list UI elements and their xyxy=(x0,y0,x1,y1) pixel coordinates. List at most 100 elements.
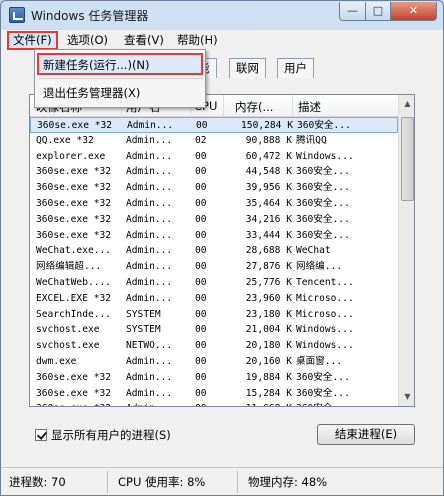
show-all-users-option[interactable]: 显示所有用户的进程(S) xyxy=(35,427,171,443)
process-name: 360se.exe *32 xyxy=(36,387,112,399)
maximize-button[interactable]: □ xyxy=(365,2,391,21)
process-description: 360安全... xyxy=(296,197,350,209)
process-cpu: 00 xyxy=(195,340,207,352)
table-row[interactable]: 360se.exe *32 Admin... 00 44,548 K 360安全... xyxy=(30,164,398,180)
process-name: QQ.exe *32 xyxy=(36,134,94,146)
table-row[interactable]: 360se.exe *32 Admin... 00 39,956 K 360安全... xyxy=(30,180,398,196)
process-description: 360安全... xyxy=(297,120,351,131)
process-user: Admin... xyxy=(126,197,173,209)
process-user: SYSTEM xyxy=(126,324,161,336)
process-user: NETWO... xyxy=(126,340,173,352)
menu-options[interactable]: 选项(O) xyxy=(63,32,112,48)
minimize-button[interactable]: — xyxy=(339,2,366,21)
close-button[interactable]: ✕ xyxy=(390,2,437,21)
process-cpu: 00 xyxy=(196,120,208,131)
process-list[interactable]: 映像名称 用户名 CPU 内存(... 描述 360se.exe *32Admi… xyxy=(29,94,415,407)
table-row[interactable]: explorer.exe Admin... 00 60,472 K Windows... xyxy=(30,149,398,165)
process-name: WeChatWeb.... xyxy=(36,276,112,288)
process-memory: 90,888 K xyxy=(245,134,292,146)
table-row[interactable]: 360se.exe *32 Admin... 00 33,444 K 360安全... xyxy=(30,228,398,244)
process-user: Admin... xyxy=(126,134,173,146)
process-user: Admin... xyxy=(126,276,173,288)
process-name: 360se.exe *32 xyxy=(36,213,112,225)
vertical-scrollbar[interactable]: ▲ ▼ xyxy=(398,95,414,406)
table-row[interactable]: 360se.exe *32Admin... 00 11,668 K 360安全... xyxy=(30,401,398,406)
task-manager-app-icon xyxy=(9,7,25,23)
process-user: Admin... xyxy=(126,261,173,273)
process-memory: 60,472 K xyxy=(245,150,292,162)
process-rows: 360se.exe *32 Admin... 00 150,284 K 360安全...… xyxy=(30,117,398,406)
process-memory: 44,548 K xyxy=(245,166,292,178)
column-description[interactable]: 描述 xyxy=(298,99,321,115)
process-description: Tencent... xyxy=(296,276,354,288)
scrollbar-thumb[interactable] xyxy=(401,117,414,201)
process-cpu: 00 xyxy=(195,401,219,406)
menu-help[interactable]: 帮助(H) xyxy=(173,32,222,48)
process-memory: 19,884 K xyxy=(245,371,292,383)
menu-item-new-task[interactable]: 新建任务(运行...)(N) xyxy=(37,53,203,75)
menu-item-exit[interactable]: 退出任务管理器(X) xyxy=(39,83,140,105)
status-divider xyxy=(107,471,108,493)
show-all-users-label: 显示所有用户的进程(S) xyxy=(51,428,171,442)
table-row[interactable]: svchost.exe NETWO... 00 20,180 K Windows... xyxy=(30,338,398,354)
process-description: 360安全... xyxy=(296,182,350,194)
process-description: Windows... xyxy=(296,324,354,336)
menu-view[interactable]: 查看(V) xyxy=(120,32,168,48)
menu-file[interactable]: 文件(F) xyxy=(7,31,58,50)
title-bar[interactable]: Windows 任务管理器 — □ ✕ xyxy=(1,1,443,29)
column-divider[interactable] xyxy=(292,95,293,117)
end-process-button[interactable]: 结束进程(E) xyxy=(317,424,415,445)
tab-users[interactable]: 用户 xyxy=(277,58,314,78)
process-name: 360se.exe *32 xyxy=(36,197,112,209)
status-bar: 进程数: 70 CPU 使用率: 8% 物理内存: 48% xyxy=(1,467,443,495)
table-row[interactable]: 360se.exe *32 Admin... 00 19,884 K 360安全... xyxy=(30,370,398,386)
process-name: svchost.exe xyxy=(36,340,100,352)
scroll-up-icon[interactable]: ▲ xyxy=(400,96,414,111)
table-row[interactable]: SearchInde... SYSTEM 00 23,180 K Microso... xyxy=(30,307,398,323)
process-memory: 28,688 K xyxy=(245,245,292,257)
table-row[interactable]: EXCEL.EXE *32 Admin... 00 23,960 K Microso..… xyxy=(30,291,398,307)
menu-separator xyxy=(39,78,203,79)
process-name: EXCEL.EXE *32 xyxy=(36,292,112,304)
process-memory: 150,284 K xyxy=(241,120,293,131)
column-memory[interactable]: 内存(... xyxy=(235,99,273,115)
tab-network[interactable]: 联网 xyxy=(229,58,266,78)
table-row[interactable]: 360se.exe *32 Admin... 00 15,284 K 360安全... xyxy=(30,386,398,402)
process-description: 360安全... xyxy=(296,371,350,383)
column-divider[interactable] xyxy=(223,95,224,117)
process-name: svchost.exe xyxy=(36,324,100,336)
process-name: 360se.exe *32 xyxy=(36,182,112,194)
process-cpu: 00 xyxy=(195,292,207,304)
table-row-selected[interactable]: 360se.exe *32 Admin... 00 150,284 K 360安全... xyxy=(30,117,398,133)
process-memory: 34,216 K xyxy=(245,213,292,225)
process-description: 360安全... xyxy=(296,229,350,241)
process-memory: 21,004 K xyxy=(245,324,292,336)
process-memory: 23,180 K xyxy=(245,308,292,320)
process-description: 腾讯QQ xyxy=(296,134,327,146)
process-description: Windows... xyxy=(296,340,354,352)
process-name: SearchInde... xyxy=(36,308,112,320)
table-row[interactable]: WeChatWeb.... Admin... 00 25,776 K Tencent..… xyxy=(30,275,398,291)
process-name: 360se.exe *32 xyxy=(37,120,113,131)
show-all-users-checkbox[interactable] xyxy=(35,429,47,441)
status-memory-usage: 物理内存: 48% xyxy=(248,475,328,489)
table-row[interactable]: 360se.exe *32 Admin... 00 34,216 K 360安全... xyxy=(30,212,398,228)
process-user: Admin... xyxy=(126,213,173,225)
process-user: Admin... xyxy=(126,166,173,178)
status-cpu-usage: CPU 使用率: 8% xyxy=(118,475,206,489)
process-user: Admin... xyxy=(126,371,173,383)
task-manager-window: Windows 任务管理器 — □ ✕ 文件(F) 选项(O) 查看(V) 帮助… xyxy=(0,0,444,496)
scroll-down-icon[interactable]: ▼ xyxy=(400,389,414,404)
process-cpu: 02 xyxy=(195,134,207,146)
process-cpu: 00 xyxy=(195,166,207,178)
process-description: 360安全... xyxy=(296,387,350,399)
table-row[interactable]: 网络编辑超... Admin... 00 27,876 K 网络编... xyxy=(30,259,398,275)
table-row[interactable]: svchost.exe SYSTEM 00 21,004 K Windows... xyxy=(30,322,398,338)
process-cpu: 00 xyxy=(195,150,207,162)
table-row[interactable]: QQ.exe *32 Admin... 02 90,888 K 腾讯QQ xyxy=(30,133,398,149)
process-user: Admin... xyxy=(126,401,188,406)
table-row[interactable]: dwm.exe Admin... 00 20,160 K 桌面窗... xyxy=(30,354,398,370)
table-row[interactable]: WeChat.exe... Admin... 00 28,688 K WeChat xyxy=(30,243,398,259)
table-row[interactable]: 360se.exe *32 Admin... 00 35,464 K 360安全... xyxy=(30,196,398,212)
file-menu-dropdown: 新建任务(运行...)(N) 退出任务管理器(X) xyxy=(34,49,206,108)
